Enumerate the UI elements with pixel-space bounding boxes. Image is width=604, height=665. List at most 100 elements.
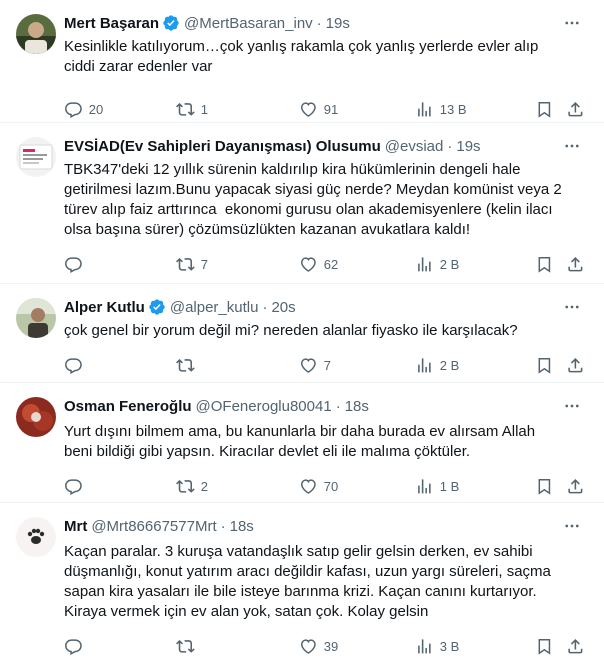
share-icon: [568, 357, 583, 373]
author-name[interactable]: Osman Feneroğlu: [64, 398, 192, 415]
like-button[interactable]: 62: [299, 246, 338, 282]
reply-button[interactable]: [64, 347, 89, 383]
avatar[interactable]: [16, 137, 56, 177]
tweet-item[interactable]: EVSİAD(Ev Sahipleri Dayanışması) Olusumu…: [0, 123, 604, 284]
more-options-icon[interactable]: [562, 137, 582, 155]
separator-dot: ·: [220, 517, 226, 535]
analytics-icon: [418, 357, 431, 373]
share-button[interactable]: [566, 468, 585, 504]
timestamp[interactable]: 19s: [326, 15, 350, 32]
views-count: 13 B: [439, 101, 467, 117]
reply-button[interactable]: [64, 468, 89, 504]
timestamp[interactable]: 18s: [345, 398, 369, 415]
reply-icon: [65, 358, 82, 374]
bookmark-button[interactable]: [535, 628, 554, 664]
like-count: 70: [323, 478, 339, 494]
views-button[interactable]: 2 B: [415, 246, 459, 282]
like-button[interactable]: 70: [299, 468, 338, 504]
retweet-button[interactable]: 7: [176, 246, 208, 282]
share-icon: [568, 478, 583, 494]
retweet-icon: [176, 257, 195, 271]
more-options-icon[interactable]: [562, 14, 582, 32]
tweet-header: Mrt @Mrt86667577Mrt · 18s: [64, 515, 588, 537]
like-button[interactable]: 7: [299, 347, 331, 383]
share-button[interactable]: [566, 246, 585, 282]
heart-icon: [300, 358, 316, 373]
author-handle[interactable]: @MertBasaran_inv: [184, 15, 313, 32]
retweet-button[interactable]: [176, 628, 201, 664]
author-name[interactable]: Mrt: [64, 518, 87, 535]
like-button[interactable]: 39: [299, 628, 338, 664]
tweet-text: TBK347'deki 12 yıllık sürenin kaldırılıp…: [64, 161, 566, 238]
retweet-count: 7: [200, 256, 208, 272]
bookmark-button[interactable]: [535, 468, 554, 504]
tweet-header: EVSİAD(Ev Sahipleri Dayanışması) Olusumu…: [64, 135, 588, 157]
reply-count: 20: [88, 101, 104, 117]
views-button[interactable]: 13 B: [415, 91, 467, 127]
author-handle[interactable]: @alper_kutlu: [170, 299, 259, 316]
author-name[interactable]: EVSİAD(Ev Sahipleri Dayanışması) Olusumu: [64, 138, 381, 155]
tweet-item[interactable]: Osman Feneroğlu @OFeneroglu80041 · 18s Y…: [0, 383, 604, 503]
reply-button[interactable]: 20: [64, 91, 103, 127]
views-count: 1 B: [439, 478, 460, 494]
bookmark-icon: [538, 256, 551, 273]
tweet-header: Alper Kutlu @alper_kutlu · 20s: [64, 296, 588, 318]
tweet-text: çok genel bir yorum değil mi? nereden al…: [64, 322, 518, 339]
tweet-text: Yurt dışını bilmem ama, bu kanunlarla bi…: [64, 423, 540, 460]
avatar[interactable]: [16, 14, 56, 54]
tweet-item[interactable]: Mert Başaran @MertBasaran_inv · 19s Kesi…: [0, 0, 604, 123]
like-button[interactable]: 91: [299, 91, 338, 127]
more-options-icon[interactable]: [562, 298, 582, 316]
avatar[interactable]: [16, 517, 56, 557]
like-count: 91: [323, 101, 339, 117]
reply-button[interactable]: [64, 628, 89, 664]
retweet-button[interactable]: 2: [176, 468, 208, 504]
tweet-text: Kesinlikle katılıyorum…çok yanlış rakaml…: [64, 38, 543, 75]
heart-icon: [300, 479, 316, 494]
more-options-icon[interactable]: [562, 517, 582, 535]
views-button[interactable]: 2 B: [415, 347, 459, 383]
views-count: 3 B: [439, 638, 460, 654]
views-count: 2 B: [439, 357, 460, 373]
timestamp[interactable]: 20s: [271, 299, 295, 316]
timestamp[interactable]: 19s: [456, 138, 480, 155]
author-handle[interactable]: @OFeneroglu80041: [196, 398, 332, 415]
views-count: 2 B: [439, 256, 460, 272]
retweet-button[interactable]: 1: [176, 91, 208, 127]
timestamp[interactable]: 18s: [230, 518, 254, 535]
share-button[interactable]: [566, 628, 585, 664]
avatar[interactable]: [16, 298, 56, 338]
bookmark-button[interactable]: [535, 91, 554, 127]
analytics-icon: [418, 638, 431, 654]
author-name[interactable]: Mert Başaran: [64, 15, 159, 32]
author-handle[interactable]: @Mrt86667577Mrt: [91, 518, 216, 535]
tweet-item[interactable]: Alper Kutlu @alper_kutlu · 20s çok genel…: [0, 284, 604, 383]
more-options-icon[interactable]: [562, 397, 582, 415]
share-icon: [568, 256, 583, 272]
bookmark-button[interactable]: [535, 246, 554, 282]
tweet-actions: 20 1 91 13 B: [64, 91, 588, 127]
share-icon: [568, 101, 583, 117]
reply-button[interactable]: [64, 246, 89, 282]
share-button[interactable]: [566, 347, 585, 383]
share-button[interactable]: [566, 91, 585, 127]
bookmark-icon: [538, 101, 551, 118]
verified-badge-icon: [149, 299, 165, 315]
views-button[interactable]: 3 B: [415, 628, 459, 664]
tweet-actions: 39 3 B: [64, 628, 588, 664]
bookmark-icon: [538, 478, 551, 495]
retweet-count: 2: [200, 478, 208, 494]
heart-icon: [300, 102, 316, 117]
views-button[interactable]: 1 B: [415, 468, 459, 504]
share-icon: [568, 638, 583, 654]
author-handle[interactable]: @evsiad: [385, 138, 444, 155]
retweet-icon: [176, 102, 195, 116]
retweet-button[interactable]: [176, 347, 201, 383]
analytics-icon: [418, 256, 431, 272]
reply-icon: [65, 257, 82, 273]
author-name[interactable]: Alper Kutlu: [64, 299, 145, 316]
bookmark-button[interactable]: [535, 347, 554, 383]
tweet-actions: 7 62 2 B: [64, 246, 588, 282]
tweet-item[interactable]: Mrt @Mrt86667577Mrt · 18s Kaçan paralar.…: [0, 503, 604, 665]
avatar[interactable]: [16, 397, 56, 437]
